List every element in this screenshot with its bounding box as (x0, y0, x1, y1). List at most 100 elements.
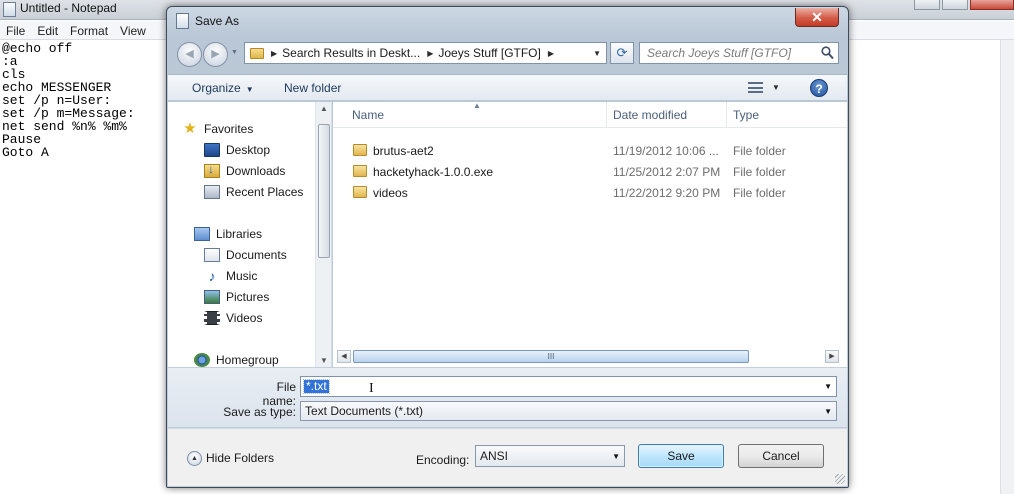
notepad-title: Untitled - Notepad (20, 1, 117, 15)
file-date: 11/22/2012 9:20 PM (613, 186, 721, 200)
menu-format[interactable]: Format (64, 21, 108, 39)
notepad-text-area[interactable]: @echo off :a cls echo MESSENGER set /p n… (2, 42, 135, 159)
videos-icon (204, 311, 220, 325)
file-name-chevron-icon[interactable]: ▼ (824, 382, 832, 391)
maximize-button[interactable] (942, 0, 968, 10)
menu-file[interactable]: File (0, 21, 25, 39)
minimize-button[interactable] (914, 0, 940, 10)
new-folder-button[interactable]: New folder (284, 81, 341, 95)
file-date: 11/25/2012 2:07 PM (613, 165, 721, 179)
nav-recent-places-label: Recent Places (226, 185, 304, 199)
file-name-input[interactable]: *.txt I ▼ (300, 376, 837, 397)
sort-ascending-icon: ▲ (473, 102, 481, 110)
search-icon[interactable] (821, 46, 834, 60)
recent-locations-chevron-icon[interactable]: ▼ (231, 49, 238, 56)
encoding-select[interactable]: ANSI ▼ (475, 445, 625, 467)
hide-folders-button[interactable]: Hide Folders (206, 451, 274, 465)
nav-downloads[interactable]: Downloads (204, 162, 285, 180)
column-type[interactable]: Type (733, 108, 759, 122)
file-type: File folder (733, 144, 786, 158)
nav-documents[interactable]: Documents (204, 246, 287, 264)
breadcrumb-joeys-stuff[interactable]: Joeys Stuff [GTFO] (438, 46, 540, 60)
file-name: videos (373, 186, 408, 200)
column-divider[interactable] (726, 102, 727, 128)
menu-view[interactable]: View (114, 21, 146, 39)
file-list: ▲ Name Date modified Type brutus-aet2 11… (333, 102, 847, 367)
nav-desktop[interactable]: Desktop (204, 141, 270, 159)
scroll-right-icon[interactable]: ▶ (825, 350, 839, 363)
organize-button[interactable]: Organize ▼ (192, 81, 254, 95)
breadcrumb-search-results[interactable]: Search Results in Deskt... (282, 46, 420, 60)
column-divider[interactable] (606, 102, 607, 128)
nav-homegroup[interactable]: Homegroup (194, 351, 279, 367)
file-row[interactable]: brutus-aet2 11/19/2012 10:06 ... File fo… (333, 140, 847, 161)
file-row[interactable]: videos 11/22/2012 9:20 PM File folder (333, 182, 847, 203)
nav-music[interactable]: ♪ Music (204, 267, 258, 285)
file-list-horizontal-scrollbar[interactable]: ◀ III ▶ (333, 345, 847, 367)
file-list-header: ▲ Name Date modified Type (333, 102, 847, 128)
address-dropdown-icon[interactable]: ▼ (593, 49, 601, 58)
nav-recent-places[interactable]: Recent Places (204, 183, 303, 201)
nav-pictures-label: Pictures (226, 290, 270, 304)
back-button[interactable]: ◀ (177, 42, 202, 67)
encoding-label: Encoding: (416, 453, 470, 467)
notepad-scrollbar[interactable] (1000, 40, 1014, 494)
chevron-down-icon: ▼ (245, 85, 254, 94)
nav-documents-label: Documents (226, 248, 287, 262)
nav-libraries-label: Libraries (216, 227, 263, 241)
nav-favorites-label: Favorites (204, 122, 254, 136)
resize-grip-icon[interactable] (835, 474, 845, 484)
nav-pictures[interactable]: Pictures (204, 288, 269, 306)
nav-favorites[interactable]: ★ Favorites (182, 120, 253, 138)
save-as-type-label: Save as type: (223, 405, 296, 419)
dialog-close-button[interactable]: ✕ (795, 8, 839, 27)
menu-edit[interactable]: Edit (31, 21, 58, 39)
breadcrumb-chevron-icon[interactable]: ▶ (427, 49, 433, 58)
refresh-button[interactable]: ⟳ (610, 42, 634, 64)
file-name-area: File name: *.txt I ▼ Save as type: Text … (168, 367, 847, 427)
music-icon: ♪ (208, 268, 216, 284)
dialog-icon (176, 13, 189, 29)
scroll-down-icon[interactable]: ▼ (320, 356, 328, 365)
chevron-down-icon: ▼ (824, 407, 832, 416)
dialog-footer: ▲ Hide Folders Encoding: ANSI ▼ Save Can… (168, 428, 847, 486)
search-input[interactable]: Search Joeys Stuff [GTFO] (639, 42, 839, 64)
file-name-label: File name: (262, 380, 296, 408)
nav-pane-scrollbar[interactable]: ▲ ▼ (315, 102, 331, 367)
organize-label: Organize (192, 81, 241, 95)
downloads-icon (204, 162, 220, 178)
chevron-up-icon[interactable]: ▲ (187, 451, 202, 466)
address-bar[interactable]: ▶ Search Results in Deskt... ▶ Joeys Stu… (244, 42, 607, 64)
breadcrumb-chevron-icon[interactable]: ▶ (548, 49, 554, 58)
column-name[interactable]: Name (352, 108, 384, 122)
horizontal-scroll-thumb[interactable]: III (353, 350, 749, 363)
help-button[interactable]: ? (810, 79, 828, 97)
close-button[interactable] (970, 0, 1014, 10)
nav-videos-label: Videos (226, 311, 263, 325)
nav-downloads-label: Downloads (226, 164, 286, 178)
chevron-down-icon: ▼ (612, 452, 620, 461)
text-cursor-icon: I (369, 381, 374, 396)
column-date-modified[interactable]: Date modified (613, 108, 687, 122)
views-icon[interactable] (748, 82, 763, 93)
views-chevron-icon[interactable]: ▼ (772, 83, 780, 92)
nav-scroll-thumb[interactable] (318, 124, 330, 258)
file-name: brutus-aet2 (373, 144, 434, 158)
nav-libraries[interactable]: Libraries (194, 225, 262, 243)
refresh-icon: ⟳ (616, 45, 628, 60)
folder-icon (353, 186, 367, 198)
scroll-up-icon[interactable]: ▲ (320, 104, 328, 113)
star-icon: ★ (183, 120, 197, 137)
save-as-dialog: Save As ✕ ◀ ▶ ▼ ▶ Search Results in Desk… (166, 6, 849, 488)
cancel-button[interactable]: Cancel (738, 444, 824, 468)
file-type: File folder (733, 186, 786, 200)
file-date: 11/19/2012 10:06 ... (613, 144, 719, 158)
save-as-type-select[interactable]: Text Documents (*.txt) ▼ (300, 401, 837, 421)
file-row[interactable]: hacketyhack-1.0.0.exe 11/25/2012 2:07 PM… (333, 161, 847, 182)
nav-videos[interactable]: Videos (204, 309, 262, 327)
command-toolbar: Organize ▼ New folder ▼ ? (168, 74, 847, 101)
scroll-left-icon[interactable]: ◀ (337, 350, 351, 363)
forward-button[interactable]: ▶ (203, 42, 228, 67)
breadcrumb-chevron-icon[interactable]: ▶ (271, 49, 277, 58)
save-button[interactable]: Save (638, 444, 724, 468)
